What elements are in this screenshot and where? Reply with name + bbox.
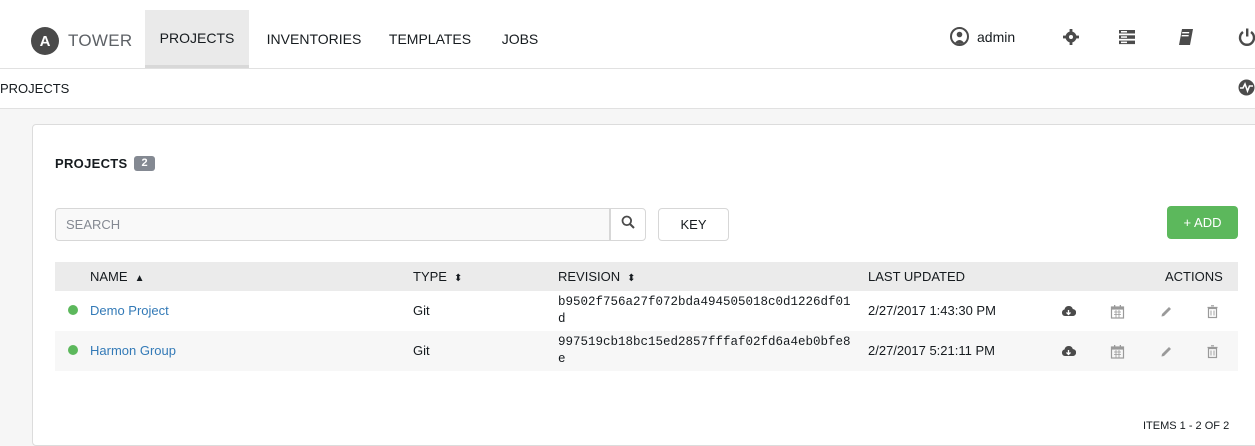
delete-trash-icon[interactable] [1205,304,1220,319]
user-icon [950,27,969,46]
project-type: Git [413,303,430,318]
panel-title-text: PROJECTS [55,156,128,171]
delete-trash-icon[interactable] [1205,344,1220,359]
column-header-last-updated: LAST UPDATED [868,269,966,284]
project-name-link[interactable]: Harmon Group [90,343,176,358]
activity-stream-icon[interactable] [1238,79,1255,96]
project-count-badge: 2 [134,156,155,171]
column-header-name[interactable]: NAME ▲ [90,269,144,284]
column-header-revision[interactable]: REVISION ⬍ [558,269,636,284]
logout-icon[interactable] [1238,28,1255,46]
search-icon [621,215,635,234]
pagination-items-count: ITEMS 1 - 2 OF 2 [1143,420,1230,432]
project-revision: 997519cb18bc15ed2857fffaf02fd6a4eb0bfe8e [558,335,851,366]
brand-logo[interactable]: A TOWER [31,27,132,55]
table-row: Demo Project Git b9502f756a27f072bda4945… [55,291,1238,331]
brand-name: TOWER [68,31,133,50]
project-revision: b9502f756a27f072bda494505018c0d1226df01d [558,295,851,326]
user-menu[interactable]: admin [950,27,1015,46]
nav-tab-templates[interactable]: TEMPLATES [380,10,480,68]
project-last-updated: 2/27/2017 1:43:30 PM [868,303,996,318]
column-header-actions: ACTIONS [1165,269,1223,284]
table-header: NAME ▲ TYPE ⬍ REVISION ⬍ LAST UPDATED ACTIO… [55,262,1238,291]
panel-title: PROJECTS 2 [55,156,155,171]
project-last-updated: 2/27/2017 5:21:11 PM [868,343,995,358]
project-name-link[interactable]: Demo Project [90,303,169,318]
status-success-icon[interactable] [68,345,78,355]
projects-panel: PROJECTS 2 KEY + ADD NAME▲ TYPE⬍ REVISIO… [32,124,1255,446]
breadcrumb-bar: PROJECTS [0,69,1255,109]
search-input[interactable] [55,208,610,241]
status-success-icon[interactable] [68,305,78,315]
cloud-download-icon[interactable] [1061,304,1076,319]
username: admin [977,28,1016,45]
add-project-button[interactable]: + ADD [1167,206,1238,239]
sort-icon: ⬍ [627,273,636,284]
column-header-type[interactable]: TYPE ⬍ [413,269,462,284]
gear-icon[interactable] [1062,28,1080,46]
sort-icon: ⬍ [453,273,463,284]
nav-tab-inventories[interactable]: INVENTORIES [254,10,374,68]
edit-pencil-icon[interactable] [1159,344,1174,359]
project-type: Git [413,343,430,358]
cloud-download-icon[interactable] [1061,344,1076,359]
calendar-icon[interactable] [1110,344,1125,359]
tower-logo-icon: A [31,27,59,55]
portal-mode-icon[interactable] [1118,28,1136,46]
edit-pencil-icon[interactable] [1159,304,1174,319]
docs-icon[interactable] [1177,28,1195,46]
calendar-icon[interactable] [1110,304,1125,319]
table-row: Harmon Group Git 997519cb18bc15ed2857fff… [55,331,1238,371]
top-navigation: A TOWER PROJECTS INVENTORIES TEMPLATES J… [0,0,1255,69]
breadcrumb-current: PROJECTS [0,81,70,96]
nav-tab-jobs[interactable]: JOBS [490,10,550,68]
key-button[interactable]: KEY [658,208,729,241]
sort-ascending-icon: ▲ [134,273,145,284]
nav-tab-projects[interactable]: PROJECTS [145,10,249,68]
search-button[interactable] [610,208,646,241]
